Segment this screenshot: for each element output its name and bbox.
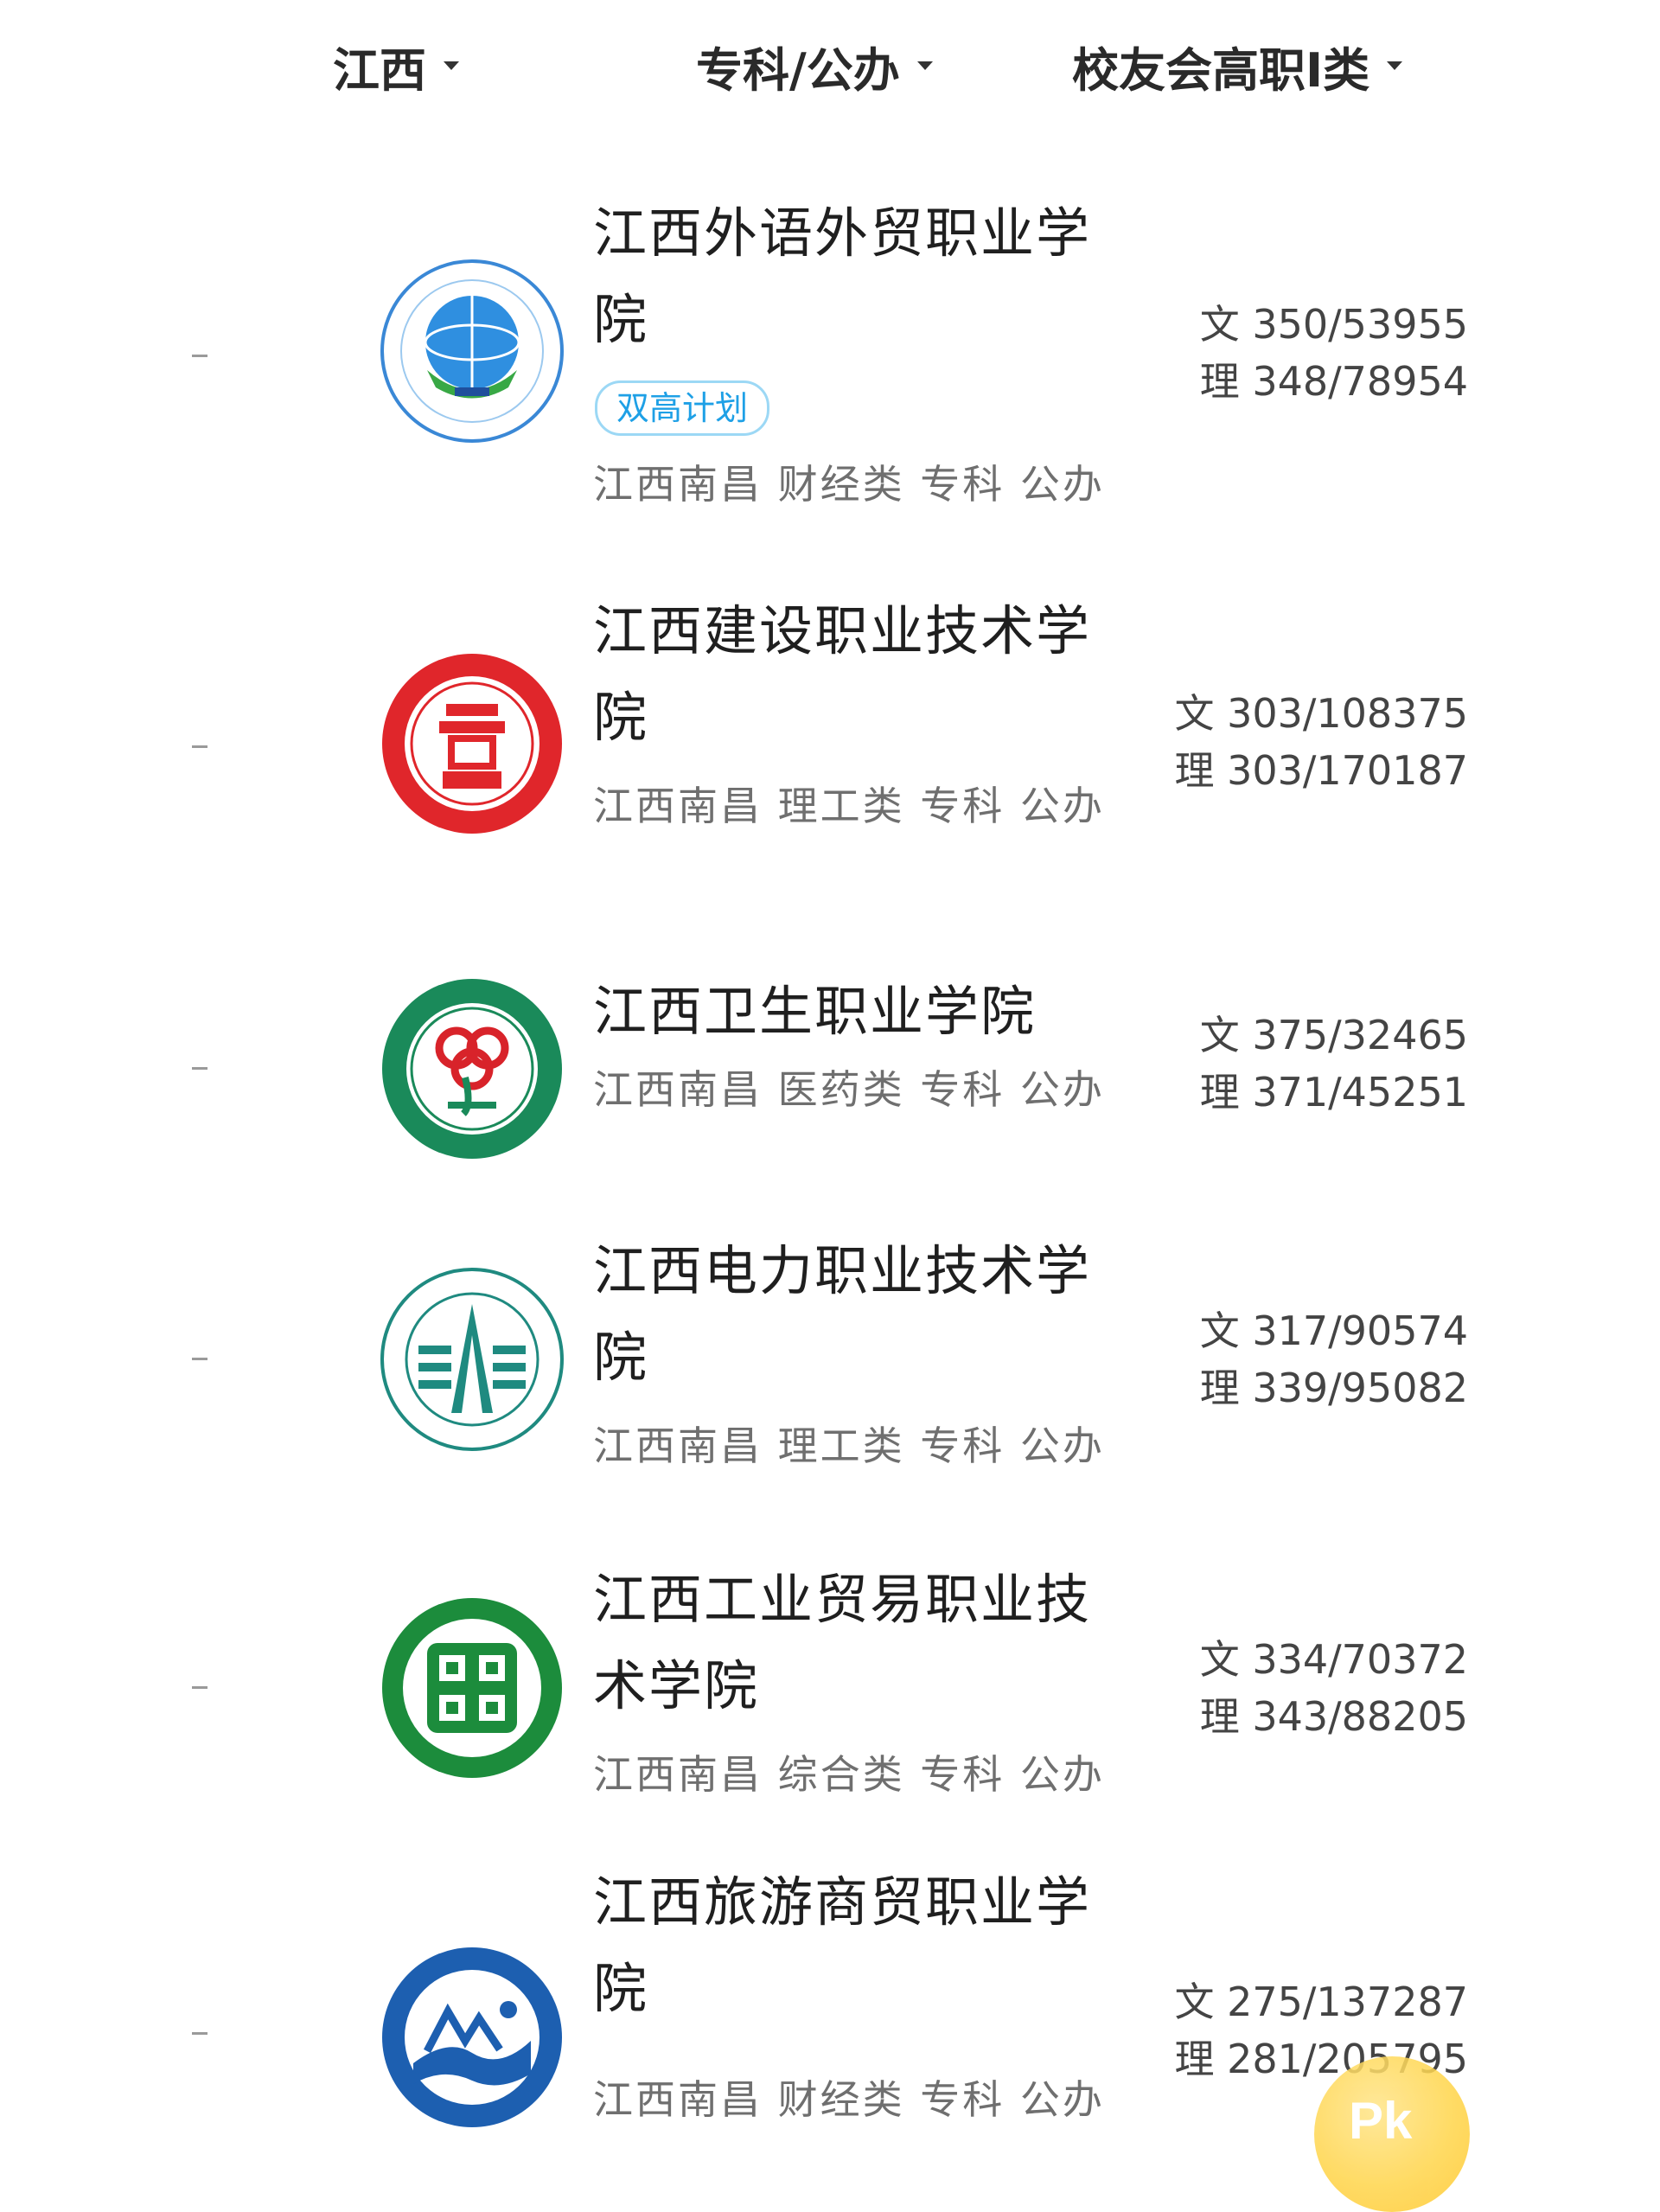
school-meta: 江西南昌 理工类 专科 公办: [593, 1422, 1105, 1469]
score-wen: 文 350/53955: [1199, 301, 1468, 348]
pk-compare-button[interactable]: Pk: [1314, 2056, 1470, 2212]
school-meta: 江西南昌 理工类 专科 公办: [593, 783, 1105, 829]
jiangxi-construction-emblem-icon: [379, 650, 565, 837]
pk-button-label: Pk: [1349, 2092, 1413, 2150]
school-list-item[interactable]: 江西卫生职业学院 江西南昌 医药类 专科 公办 文 375/32465 理 37…: [0, 969, 1660, 1228]
list-marker: [192, 1686, 208, 1689]
school-name[interactable]: 江西卫生职业学院: [593, 969, 1112, 1055]
list-marker: [192, 2032, 208, 2035]
school-name[interactable]: 江西工业贸易职业技术学院: [593, 1557, 1112, 1729]
score-wen: 文 334/70372: [1199, 1636, 1468, 1683]
list-marker: [192, 745, 208, 748]
jiangxi-electric-emblem-icon: [379, 1266, 565, 1453]
score-wen: 文 375/32465: [1199, 1012, 1468, 1058]
school-meta: 江西南昌 财经类 专科 公办: [593, 2076, 1105, 2123]
score-wen: 文 303/108375: [1174, 690, 1468, 737]
school-meta: 江西南昌 医药类 专科 公办: [593, 1066, 1105, 1113]
school-list: 江西外语外贸职业学院 双高计划 江西南昌 财经类 专科 公办 文 350/539…: [0, 0, 1660, 2188]
score-wen: 文 275/137287: [1174, 1979, 1468, 2025]
school-list-item[interactable]: 江西外语外贸职业学院 双高计划 江西南昌 财经类 专科 公办 文 350/539…: [0, 173, 1660, 536]
school-list-item[interactable]: 江西工业贸易职业技术学院 江西南昌 综合类 专科 公办 文 334/70372 …: [0, 1557, 1660, 1816]
score-wen: 文 317/90574: [1199, 1307, 1468, 1354]
school-meta: 江西南昌 财经类 专科 公办: [593, 461, 1105, 508]
jiangxi-foreign-trade-emblem-icon: [379, 258, 565, 444]
school-tag-badge: 双高计划: [595, 380, 770, 436]
score-li: 理 371/45251: [1199, 1069, 1468, 1116]
jiangxi-health-emblem-icon: [379, 975, 565, 1162]
list-marker: [192, 1067, 208, 1070]
score-li: 理 339/95082: [1199, 1365, 1468, 1411]
school-name[interactable]: 江西旅游商贸职业学院: [593, 1859, 1112, 2032]
score-li: 理 348/78954: [1199, 358, 1468, 405]
school-name[interactable]: 江西电力职业技术学院: [593, 1228, 1112, 1401]
school-name[interactable]: 江西外语外贸职业学院: [593, 190, 1112, 363]
school-list-item[interactable]: 江西建设职业技术学院 江西南昌 理工类 专科 公办 文 303/108375 理…: [0, 588, 1660, 917]
jiangxi-tourism-emblem-icon: [379, 1944, 565, 2131]
score-li: 理 303/170187: [1174, 747, 1468, 794]
list-marker: [192, 355, 208, 357]
school-list-item[interactable]: 江西电力职业技术学院 江西南昌 理工类 专科 公办 文 317/90574 理 …: [0, 1239, 1660, 1505]
school-name[interactable]: 江西建设职业技术学院: [593, 588, 1112, 761]
score-li: 理 343/88205: [1199, 1693, 1468, 1740]
jiangxi-industry-trade-emblem-icon: [379, 1595, 565, 1781]
school-meta: 江西南昌 综合类 专科 公办: [593, 1751, 1105, 1798]
list-marker: [192, 1358, 208, 1360]
